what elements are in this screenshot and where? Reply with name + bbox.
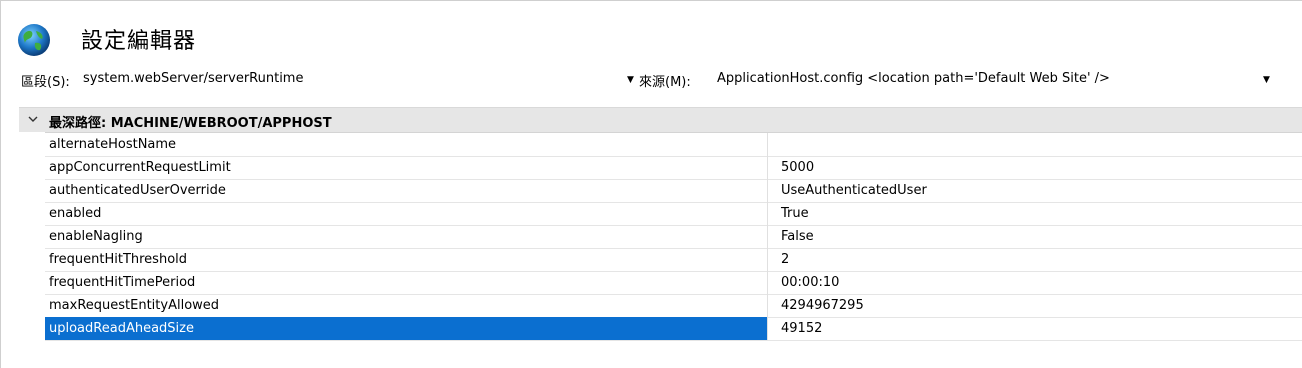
property-value[interactable]: 2 <box>769 248 1302 271</box>
group-label: 最深路徑: MACHINE/WEBROOT/APPHOST <box>49 116 332 131</box>
property-value[interactable]: True <box>769 202 1302 225</box>
table-row[interactable]: enableNagling False <box>45 225 1302 249</box>
page-title: 設定編輯器 <box>81 29 197 54</box>
table-row[interactable]: frequentHitThreshold 2 <box>45 248 1302 272</box>
table-row[interactable]: appConcurrentRequestLimit 5000 <box>45 156 1302 180</box>
section-dropdown[interactable]: system.webServer/serverRuntime <box>83 71 303 86</box>
group-header[interactable]: 最深路徑: MACHINE/WEBROOT/APPHOST <box>19 108 1302 133</box>
property-name[interactable]: appConcurrentRequestLimit <box>45 156 768 179</box>
property-name[interactable]: uploadReadAheadSize <box>45 317 768 340</box>
property-value[interactable]: False <box>769 225 1302 248</box>
property-value[interactable]: 00:00:10 <box>769 271 1302 294</box>
property-name[interactable]: authenticatedUserOverride <box>45 179 768 202</box>
property-name[interactable]: enabled <box>45 202 768 225</box>
property-name[interactable]: alternateHostName <box>45 133 768 156</box>
property-name[interactable]: enableNagling <box>45 225 768 248</box>
title-bar: 設定編輯器 <box>1 1 1302 63</box>
chevron-down-icon[interactable] <box>27 113 39 125</box>
source-dropdown-arrow-icon[interactable]: ▼ <box>1263 75 1270 85</box>
property-name[interactable]: frequentHitThreshold <box>45 248 768 271</box>
table-row[interactable]: authenticatedUserOverride UseAuthenticat… <box>45 179 1302 203</box>
property-value[interactable] <box>769 133 1302 156</box>
property-name[interactable]: frequentHitTimePeriod <box>45 271 768 294</box>
table-row-selected[interactable]: uploadReadAheadSize 49152 <box>45 317 1302 341</box>
property-value[interactable]: 4294967295 <box>769 294 1302 317</box>
grid-indent <box>19 132 45 346</box>
globe-icon <box>17 23 51 57</box>
table-row[interactable]: maxRequestEntityAllowed 4294967295 <box>45 294 1302 318</box>
source-label: 來源(M): <box>639 75 691 90</box>
table-row[interactable]: enabled True <box>45 202 1302 226</box>
table-row[interactable]: alternateHostName <box>45 133 1302 157</box>
property-name[interactable]: maxRequestEntityAllowed <box>45 294 768 317</box>
section-dropdown-arrow-icon[interactable]: ▼ <box>627 75 634 85</box>
property-value[interactable]: 49152 <box>769 317 1302 340</box>
property-value[interactable]: UseAuthenticatedUser <box>769 179 1302 202</box>
source-dropdown[interactable]: ApplicationHost.config <location path='D… <box>717 71 1110 86</box>
editor-panel: 設定編輯器 區段(S): system.webServer/serverRunt… <box>0 0 1302 368</box>
section-label: 區段(S): <box>21 75 70 90</box>
property-value[interactable]: 5000 <box>769 156 1302 179</box>
table-row[interactable]: frequentHitTimePeriod 00:00:10 <box>45 271 1302 295</box>
property-grid: 最深路徑: MACHINE/WEBROOT/APPHOST alternateH… <box>19 107 1302 346</box>
toolbar: 區段(S): system.webServer/serverRuntime ▼ … <box>1 63 1302 95</box>
